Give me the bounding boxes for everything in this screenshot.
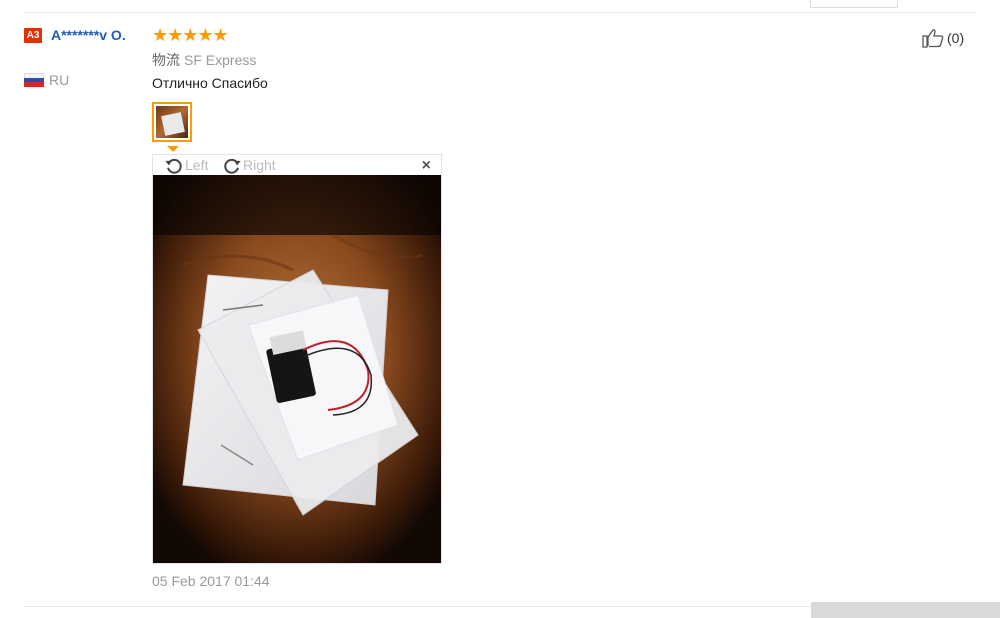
logistics-value: SF Express bbox=[184, 52, 257, 68]
review-photo-thumbnail[interactable] bbox=[152, 102, 192, 142]
review-text: Отлично Спасибо bbox=[152, 75, 268, 91]
close-icon[interactable]: × bbox=[422, 157, 431, 175]
star-rating: ★★★★★ bbox=[152, 25, 229, 45]
helpful-count: (0) bbox=[947, 30, 965, 46]
floating-widget[interactable] bbox=[811, 602, 1000, 618]
rotate-right-label: Right bbox=[243, 157, 276, 173]
logistics-info: 物流 SF Express bbox=[152, 50, 256, 70]
thumbnail-pointer bbox=[167, 146, 179, 152]
photo-viewer: Left Right × bbox=[152, 154, 442, 564]
viewer-toolbar: Left Right × bbox=[153, 155, 441, 175]
thumbs-up-icon bbox=[922, 29, 944, 48]
russia-flag-icon bbox=[24, 73, 44, 87]
top-pagination-box bbox=[810, 0, 898, 8]
review-photo bbox=[153, 175, 441, 563]
rotate-left-icon bbox=[165, 158, 182, 174]
rotate-left-button[interactable]: Left bbox=[163, 155, 208, 175]
rotate-right-button[interactable]: Right bbox=[221, 155, 276, 175]
review-date: 05 Feb 2017 01:44 bbox=[152, 573, 270, 589]
rotate-right-icon bbox=[224, 158, 241, 174]
buyer-level-badge: A3 bbox=[24, 28, 42, 43]
reviewer-country: RU bbox=[49, 72, 70, 88]
helpful-button[interactable]: (0) bbox=[921, 28, 964, 48]
logistics-label: 物流 bbox=[152, 52, 180, 68]
top-divider bbox=[24, 12, 976, 13]
rotate-left-label: Left bbox=[185, 157, 209, 173]
